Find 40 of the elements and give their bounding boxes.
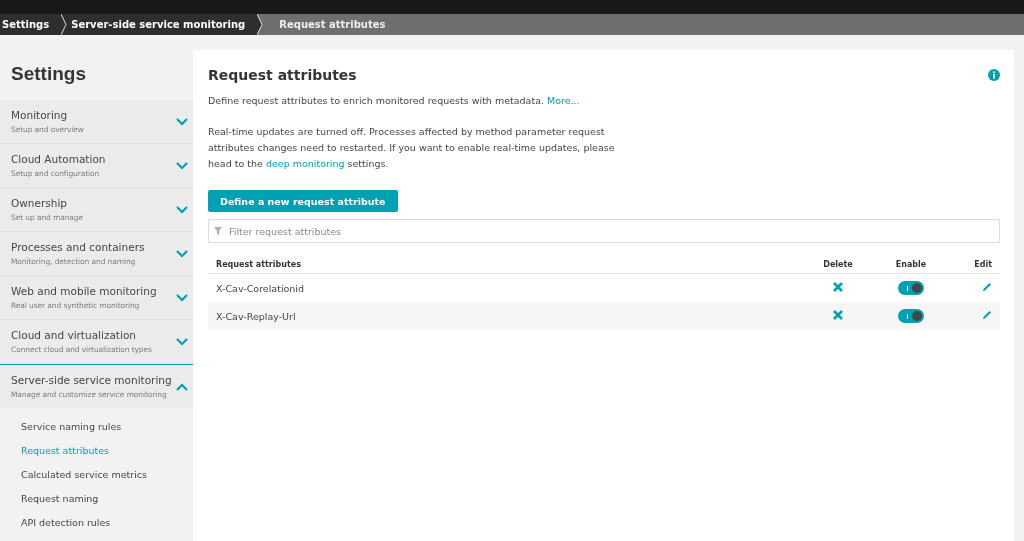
column-header: Edit [954, 255, 1000, 274]
section-label: Web and mobile monitoring [11, 285, 158, 297]
column-header: Enable [868, 255, 954, 274]
chevron-down-icon[interactable] [176, 117, 188, 126]
info-icon[interactable] [988, 69, 1000, 81]
breadcrumb-separator-icon [257, 14, 266, 35]
chevron-down-icon[interactable] [176, 293, 188, 302]
description-text: Define request attributes to enrich monitored requests with metadata. More... [208, 95, 581, 106]
edit-icon[interactable] [982, 310, 992, 320]
sidebar-link[interactable]: Service naming rules [0, 415, 193, 439]
section-label: Processes and containers [11, 241, 146, 253]
section-label: Monitoring [11, 109, 69, 121]
section-label: Cloud Automation [11, 153, 107, 165]
section-label: Cloud and virtualization [11, 329, 137, 341]
delete-icon[interactable] [833, 282, 843, 292]
edit-icon[interactable] [982, 282, 992, 292]
chevron-down-icon[interactable] [176, 205, 188, 214]
filter-field[interactable]: Filter request attributes [208, 219, 1000, 243]
attribute-name: X-Cav-Corelationid [208, 273, 808, 302]
section-label: Ownership [11, 197, 68, 209]
breadcrumb-link[interactable]: Settings [0, 14, 62, 35]
chevron-down-icon[interactable] [176, 337, 188, 346]
column-header: Request attributes [208, 255, 808, 274]
enable-toggle[interactable] [898, 309, 924, 323]
column-header: Delete [808, 255, 868, 274]
delete-icon[interactable] [833, 310, 843, 320]
attribute-name: X-Cav-Replay-Url [208, 302, 808, 330]
chevron-up-icon[interactable] [176, 382, 188, 391]
sidebar-link[interactable]: API detection rules [0, 511, 193, 535]
sidebar-title: Settings [10, 62, 87, 86]
sidebar-link[interactable]: Request naming [0, 487, 193, 511]
page-title: Request attributes [208, 67, 357, 83]
chevron-down-icon[interactable] [176, 161, 188, 170]
breadcrumb-separator-icon [61, 14, 70, 35]
notice-text: Real-time updates are turned off. Processes affected by method parameter request attributes changes need to restarted. If you want to enable real-time updates, please head to the deep monitoring settings. [208, 125, 616, 171]
sidebar-link[interactable]: Calculated service metrics [0, 463, 193, 487]
breadcrumb-current[interactable]: Request attributes [265, 14, 394, 35]
section-label: Server-side service monitoring [11, 374, 173, 386]
enable-toggle[interactable] [898, 281, 924, 295]
chevron-down-icon[interactable] [176, 249, 188, 258]
